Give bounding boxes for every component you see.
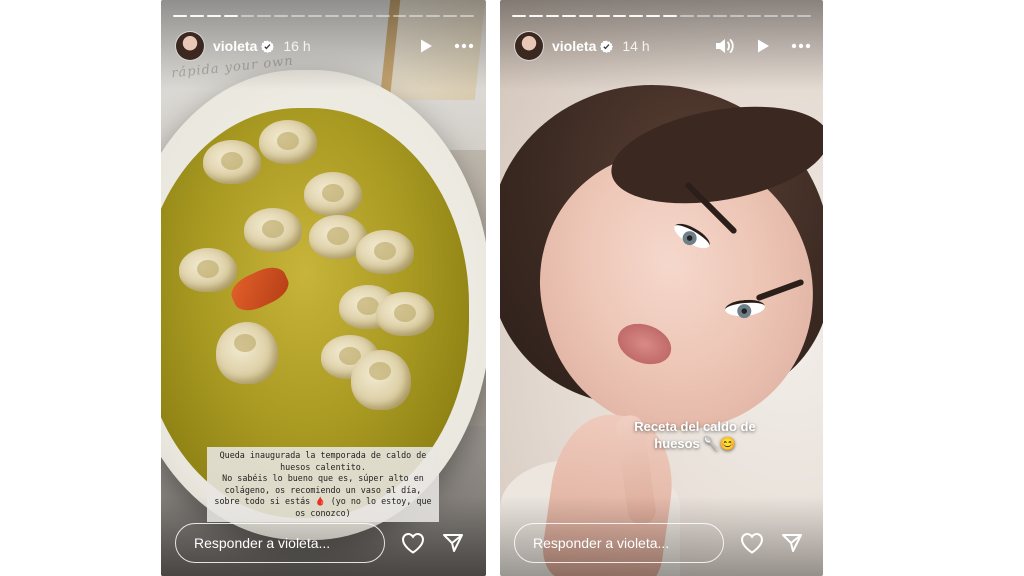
progress-segment: [780, 15, 795, 17]
progress-segment: [206, 15, 221, 17]
progress-segment: [512, 15, 526, 17]
progress-segment: [173, 15, 187, 17]
progress-segment: [223, 15, 238, 17]
story-progress-bar: [173, 15, 475, 17]
progress-segment: [189, 15, 204, 17]
progress-segment: [663, 15, 677, 17]
progress-segment: [392, 15, 407, 17]
story-header: violeta 14 h: [514, 30, 811, 62]
avatar[interactable]: [175, 31, 205, 61]
verified-badge-icon: [261, 40, 275, 53]
story-footer: Responder a violeta...: [175, 523, 474, 563]
progress-segment: [629, 15, 644, 17]
progress-segment: [763, 15, 778, 17]
story-footer: Responder a violeta...: [514, 523, 811, 563]
progress-segment: [240, 15, 255, 17]
avatar[interactable]: [514, 31, 544, 61]
progress-segment: [257, 15, 272, 17]
story-caption: Receta del caldo de huesos 🥄😊: [634, 419, 756, 451]
progress-segment: [274, 15, 289, 17]
progress-segment: [358, 15, 373, 17]
progress-segment: [341, 15, 356, 17]
reply-input[interactable]: Responder a violeta...: [175, 523, 385, 563]
play-icon[interactable]: [753, 36, 773, 56]
story-header: violeta 16 h: [175, 30, 474, 62]
story-progress-bar: [512, 15, 812, 17]
progress-segment: [545, 15, 560, 17]
progress-segment: [308, 15, 323, 17]
story-caption: Queda inaugurada la temporada de caldo d…: [207, 447, 439, 522]
volume-icon[interactable]: [715, 36, 735, 56]
reply-input[interactable]: Responder a violeta...: [514, 523, 724, 563]
progress-segment: [443, 15, 458, 17]
post-time: 14 h: [622, 38, 650, 54]
progress-segment: [595, 15, 610, 17]
progress-segment: [797, 15, 812, 17]
send-icon[interactable]: [440, 530, 466, 556]
send-icon[interactable]: [779, 530, 805, 556]
progress-segment: [612, 15, 627, 17]
progress-segment: [562, 15, 577, 17]
progress-segment: [528, 15, 543, 17]
play-icon[interactable]: [416, 36, 436, 56]
progress-segment: [291, 15, 306, 17]
progress-segment: [375, 15, 390, 17]
progress-segment: [460, 15, 475, 17]
story-panel-left[interactable]: rápida your own violeta 16 h: [161, 0, 486, 576]
progress-segment: [696, 15, 711, 17]
heart-icon[interactable]: [400, 530, 426, 556]
username[interactable]: violeta: [213, 38, 257, 54]
progress-segment: [426, 15, 441, 17]
verified-badge-icon: [600, 40, 614, 53]
progress-segment: [746, 15, 761, 17]
progress-segment: [409, 15, 424, 17]
progress-segment: [646, 15, 661, 17]
more-icon[interactable]: [454, 36, 474, 56]
post-time: 16 h: [283, 38, 311, 54]
heart-icon[interactable]: [739, 530, 765, 556]
story-panel-right[interactable]: violeta 14 h Receta del caldo de huesos …: [500, 0, 823, 576]
progress-segment: [325, 15, 339, 17]
more-icon[interactable]: [791, 36, 811, 56]
progress-segment: [679, 15, 694, 17]
username[interactable]: violeta: [552, 38, 596, 54]
progress-segment: [579, 15, 593, 17]
progress-segment: [730, 15, 744, 17]
progress-segment: [713, 15, 728, 17]
